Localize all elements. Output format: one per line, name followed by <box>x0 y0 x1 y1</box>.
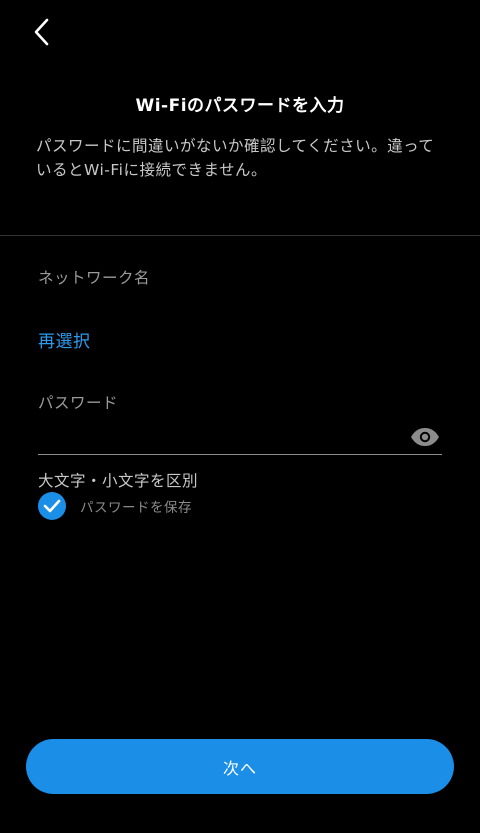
divider <box>0 235 480 236</box>
network-name-label: ネットワーク名 <box>38 269 151 287</box>
save-password-label: パスワードを保存 <box>80 500 192 516</box>
reselect-link[interactable]: 再選択 <box>38 327 91 352</box>
check-icon <box>43 499 61 513</box>
checkbox-checked[interactable] <box>38 492 66 520</box>
password-field <box>38 420 442 455</box>
save-password-checkbox[interactable]: パスワードを保存 <box>38 491 192 521</box>
next-button[interactable]: 次へ <box>26 739 454 794</box>
page-description: パスワードに間違いがないか確認してください。違っているとWi-Fiに接続できませ… <box>36 137 435 179</box>
eye-icon <box>411 428 439 446</box>
page-title: Wi-Fiのパスワードを入力 <box>135 96 345 116</box>
toggle-password-visibility-button[interactable] <box>408 422 442 452</box>
password-label: パスワード <box>38 394 119 412</box>
back-button[interactable] <box>24 14 60 50</box>
case-sensitive-note: 大文字・小文字を区別 <box>38 472 199 490</box>
password-input[interactable] <box>38 420 398 452</box>
chevron-left-icon <box>34 18 49 46</box>
network-name-value <box>38 297 208 319</box>
